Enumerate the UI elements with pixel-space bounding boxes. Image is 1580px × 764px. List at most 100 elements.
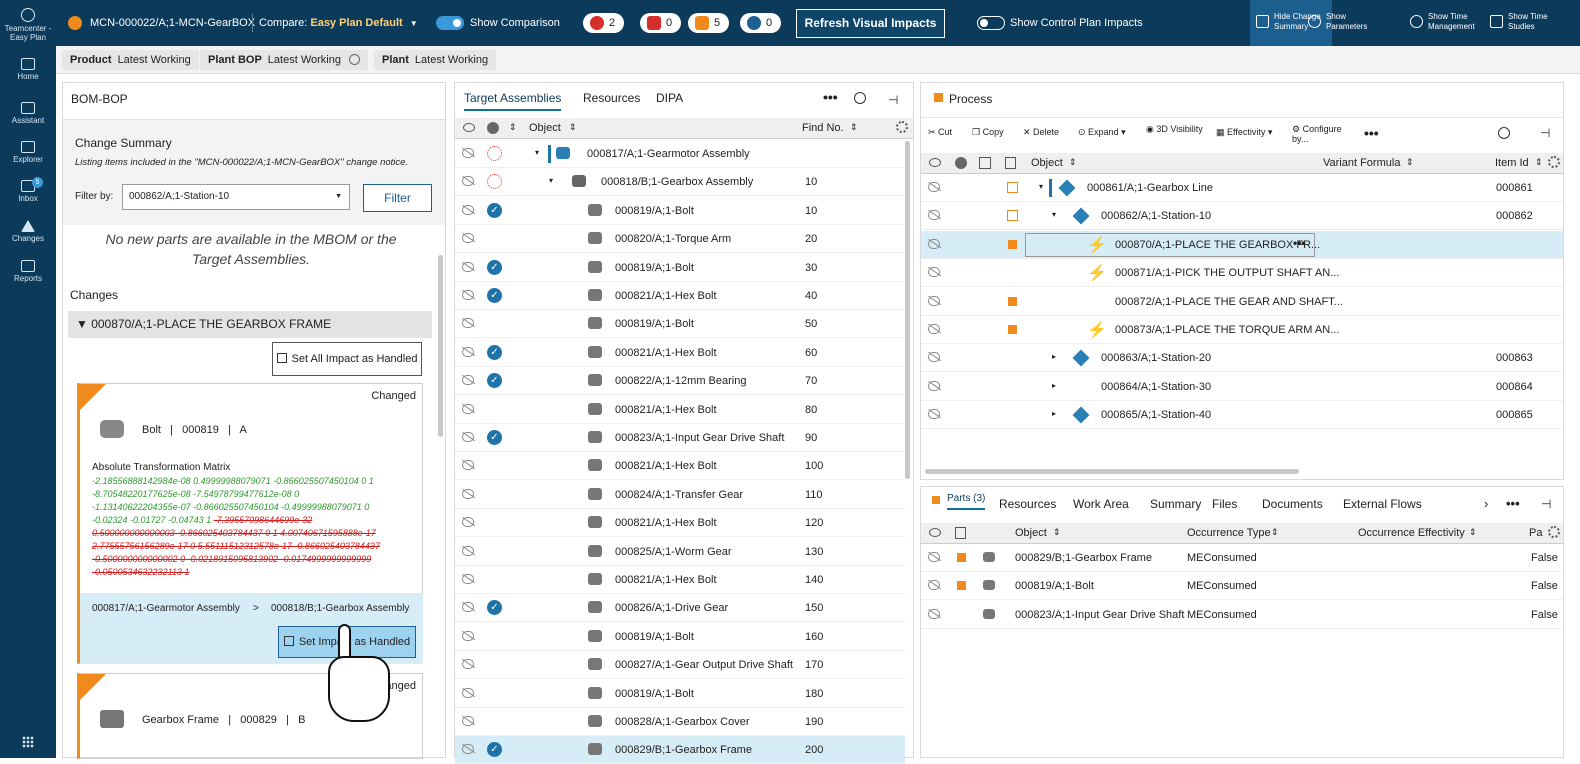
table-row[interactable]: ✓ 000826/A;1-Drive Gear 150 xyxy=(455,594,905,623)
sort-icon[interactable]: ⇕ xyxy=(850,122,858,133)
process-row[interactable]: ▸ 000865/A;1-Station-40 000865 xyxy=(921,401,1563,430)
col-variant-formula[interactable]: Variant Formula xyxy=(1323,157,1400,169)
copy-button[interactable]: ❐ Copy xyxy=(972,127,1004,138)
visibility-eye-icon[interactable] xyxy=(928,182,940,192)
visibility-eye-icon[interactable] xyxy=(462,602,474,613)
nav-home[interactable]: Home xyxy=(0,58,56,81)
show-time-studies-button[interactable]: Show Time Studies xyxy=(1490,12,1548,36)
filter-button[interactable]: Filter xyxy=(363,184,432,212)
visibility-eye-icon[interactable] xyxy=(462,318,474,329)
col-occurrence-type[interactable]: Occurrence Type xyxy=(1187,527,1271,539)
table-row[interactable]: ✓ 000822/A;1-12mm Bearing 70 xyxy=(455,367,905,396)
visibility-eye-icon[interactable] xyxy=(462,176,474,187)
table-row[interactable]: ▾ 000818/B;1-Gearbox Assembly 10 xyxy=(455,168,905,197)
pin-icon[interactable]: ⊣ xyxy=(1540,126,1550,140)
chevron-right-icon[interactable]: › xyxy=(1484,496,1488,511)
nav-changes[interactable]: Changes xyxy=(0,220,56,243)
table-row[interactable]: 000821/A;1-Hex Bolt 100 xyxy=(455,452,905,481)
visibility-eye-icon[interactable] xyxy=(462,346,474,357)
nav-inbox[interactable]: Inbox 5 xyxy=(0,177,56,203)
error-badge[interactable]: 2 xyxy=(583,13,625,33)
table-row[interactable]: ▾ 000817/A;1-Gearmotor Assembly xyxy=(455,140,905,168)
tab-dipa[interactable]: DIPA xyxy=(656,91,683,105)
visibility-eye-icon[interactable] xyxy=(462,460,474,471)
visibility-eye-icon[interactable] xyxy=(462,659,474,670)
sort-icon[interactable]: ⇕ xyxy=(1053,527,1061,538)
process-row[interactable]: ⚡ 000871/A;1-PICK THE OUTPUT SHAFT AN... xyxy=(921,259,1563,288)
tab-resources[interactable]: Resources xyxy=(999,497,1056,511)
tab-work-area[interactable]: Work Area xyxy=(1073,497,1129,511)
table-row[interactable]: 000821/A;1-Hex Bolt 140 xyxy=(455,566,905,594)
more-options-icon[interactable]: ••• xyxy=(823,89,838,105)
sort-icon[interactable]: ⇕ xyxy=(1271,527,1279,538)
visibility-eye-icon[interactable] xyxy=(462,574,474,584)
parts-row[interactable]: 000823/A;1-Input Gear Drive Shaft MEConsu… xyxy=(921,601,1563,629)
process-row[interactable]: ⚡ 000873/A;1-PLACE THE TORQUE ARM AN... xyxy=(921,316,1563,344)
expand-toggle-icon[interactable]: ▾ xyxy=(535,148,539,157)
settings-gear-icon[interactable] xyxy=(1548,526,1560,538)
show-time-management-button[interactable]: Show Time Management xyxy=(1410,12,1475,36)
table-row[interactable]: 000821/A;1-Hex Bolt 80 xyxy=(455,396,905,424)
table-row[interactable]: 000819/A;1-Bolt 160 xyxy=(455,623,905,651)
show-parameters-button[interactable]: Show Parameters xyxy=(1308,12,1367,36)
col-parts-object[interactable]: Object xyxy=(1015,527,1047,539)
visibility-eye-icon[interactable] xyxy=(928,324,940,334)
target-scrollbar[interactable] xyxy=(905,141,910,479)
more-options-icon[interactable]: ••• xyxy=(1364,125,1379,141)
process-row[interactable]: ⚡ 000870/A;1-PLACE THE GEARBOX FR... ••• xyxy=(921,230,1563,259)
col-item-id[interactable]: Item Id xyxy=(1495,157,1529,169)
table-row[interactable]: ✓ 000829/B;1-Gearbox Frame 200 xyxy=(455,736,905,764)
more-options-icon[interactable]: ••• xyxy=(1293,236,1306,250)
pin-icon[interactable]: ⊣ xyxy=(1541,497,1551,511)
path-assembly-b[interactable]: 000818/B;1-Gearbox Assembly xyxy=(271,603,409,614)
nav-reports[interactable]: Reports xyxy=(0,260,56,283)
table-row[interactable]: ✓ 000821/A;1-Hex Bolt 60 xyxy=(455,339,905,367)
table-row[interactable]: ✓ 000821/A;1-Hex Bolt 40 xyxy=(455,282,905,310)
visibility-eye-icon[interactable] xyxy=(928,608,940,619)
visibility-eye-icon[interactable] xyxy=(462,545,474,556)
bom-bop-scrollbar[interactable] xyxy=(438,255,443,437)
expand-toggle-icon[interactable]: ▾ xyxy=(549,176,553,185)
tab-documents[interactable]: Documents xyxy=(1262,497,1323,511)
tab-resources[interactable]: Resources xyxy=(583,91,640,105)
refresh-visual-impacts-button[interactable]: Refresh Visual Impacts xyxy=(796,9,945,38)
parts-row[interactable]: 000819/A;1-Bolt MEConsumed False xyxy=(921,572,1563,601)
sort-icon[interactable]: ⇕ xyxy=(509,122,517,133)
search-icon[interactable] xyxy=(1498,127,1510,139)
visibility-eye-icon[interactable] xyxy=(462,630,474,641)
table-row[interactable]: 000820/A;1-Torque Arm 20 xyxy=(455,225,905,254)
expand-toggle-icon[interactable]: ▾ xyxy=(1039,182,1043,191)
more-options-icon[interactable]: ••• xyxy=(1506,496,1520,511)
col-object[interactable]: Object xyxy=(529,122,561,134)
visibility-eye-icon[interactable] xyxy=(928,380,940,391)
col-find-no[interactable]: Find No. xyxy=(802,122,844,134)
visibility-eye-icon[interactable] xyxy=(928,238,940,249)
settings-gear-icon[interactable] xyxy=(1548,156,1560,168)
visibility-eye-icon[interactable] xyxy=(928,352,940,363)
sort-icon[interactable]: ⇕ xyxy=(569,122,577,133)
visibility-eye-icon[interactable] xyxy=(462,375,474,386)
process-row[interactable]: ▾ 000861/A;1-Gearbox Line 000861 xyxy=(921,174,1563,202)
filter-select[interactable]: 000862/A;1-Station-10 ▼ xyxy=(122,184,350,210)
process-row[interactable]: 000872/A;1-PLACE THE GEAR AND SHAFT... xyxy=(921,288,1563,316)
sort-icon[interactable]: ⇕ xyxy=(1069,157,1077,168)
context-plant[interactable]: Plant Latest Working xyxy=(374,50,497,70)
expand-toggle-icon[interactable]: ▸ xyxy=(1052,352,1056,361)
compare-dropdown[interactable]: Compare: Easy Plan Default ▼ xyxy=(259,17,418,29)
sort-icon[interactable]: ⇕ xyxy=(1535,157,1543,168)
nav-assistant[interactable]: Assistant xyxy=(0,102,56,125)
visibility-eye-icon[interactable] xyxy=(928,409,940,420)
visibility-eye-icon[interactable] xyxy=(462,233,474,244)
process-horizontal-scrollbar[interactable] xyxy=(925,469,1299,474)
table-row[interactable]: 000821/A;1-Hex Bolt 120 xyxy=(455,509,905,538)
table-row[interactable]: 000827/A;1-Gear Output Drive Shaft 170 xyxy=(455,651,905,680)
visibility-eye-icon[interactable] xyxy=(928,267,940,278)
visibility-eye-icon[interactable] xyxy=(928,552,940,562)
expand-toggle-icon[interactable]: ▸ xyxy=(1052,381,1056,390)
table-row[interactable]: 000824/A;1-Transfer Gear 110 xyxy=(455,481,905,509)
visibility-eye-icon[interactable] xyxy=(462,290,474,300)
visibility-eye-icon[interactable] xyxy=(462,403,474,414)
3d-visibility-button[interactable]: ◉ 3D Visibility xyxy=(1146,124,1206,134)
changed-badge[interactable]: 5 xyxy=(688,13,730,33)
table-row[interactable]: ✓ 000823/A;1-Input Gear Drive Shaft 90 xyxy=(455,424,905,452)
